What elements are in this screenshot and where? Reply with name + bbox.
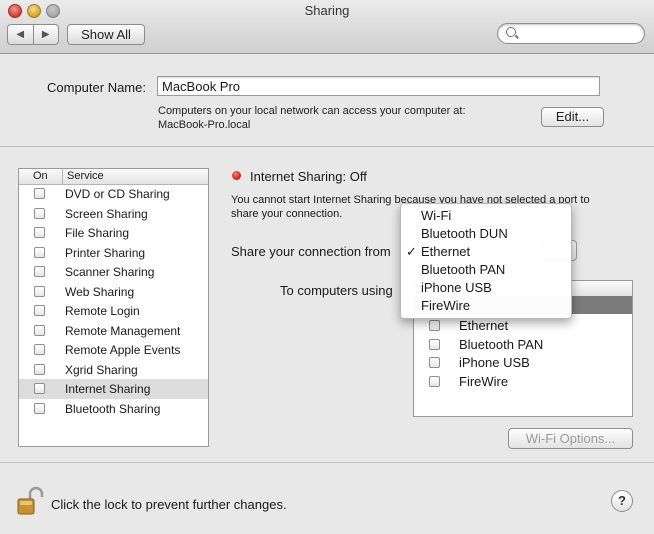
service-name: Internet Sharing: [65, 382, 151, 396]
service-row[interactable]: Xgrid Sharing: [19, 360, 208, 380]
column-header-on[interactable]: On: [33, 170, 48, 182]
port-row[interactable]: iPhone USB: [414, 353, 632, 372]
share-from-dropdown-menu: Wi-Fi Bluetooth DUN ✓ Ethernet Bluetooth PAN…: [400, 203, 572, 319]
menu-item-label: iPhone USB: [421, 280, 492, 295]
service-row[interactable]: Remote Apple Events: [19, 340, 208, 360]
window-title: Sharing: [304, 3, 350, 18]
service-name: Remote Management: [65, 323, 181, 338]
show-all-button[interactable]: Show All: [67, 24, 145, 45]
menu-item-label: Wi-Fi: [421, 208, 452, 223]
search-icon: [506, 27, 516, 37]
to-computers-label: To computers using: [280, 283, 393, 298]
port-row[interactable]: Bluetooth PAN: [414, 335, 632, 354]
port-name: iPhone USB: [459, 355, 530, 370]
service-row[interactable]: Printer Sharing: [19, 243, 208, 263]
computer-address-note: Computers on your local network can acce…: [158, 104, 466, 132]
service-row[interactable]: Remote Login: [19, 301, 208, 321]
port-row[interactable]: FireWire: [414, 372, 632, 391]
search-field[interactable]: [497, 23, 645, 44]
share-from-label: Share your connection from: [231, 244, 391, 259]
computer-name-input[interactable]: MacBook Pro: [157, 76, 600, 96]
service-checkbox[interactable]: [34, 363, 45, 375]
wifi-options-button[interactable]: Wi-Fi Options...: [508, 428, 633, 449]
service-name: File Sharing: [65, 226, 130, 240]
lock-message: Click the lock to prevent further change…: [51, 497, 287, 512]
back-arrow-icon[interactable]: ◀: [8, 25, 33, 44]
forward-arrow-icon[interactable]: ▶: [32, 25, 59, 44]
service-name: DVD or CD Sharing: [65, 187, 170, 201]
port-name: FireWire: [459, 373, 509, 389]
service-list-header: On Service: [19, 169, 208, 185]
service-row[interactable]: Internet Sharing: [19, 379, 208, 399]
service-checkbox[interactable]: [34, 344, 45, 355]
service-row[interactable]: Bluetooth Sharing: [19, 399, 208, 419]
internet-sharing-status: Internet Sharing: Off: [250, 169, 367, 184]
service-name: Scanner Sharing: [65, 265, 155, 279]
column-header-service[interactable]: Service: [67, 170, 104, 182]
service-name: Bluetooth Sharing: [65, 401, 161, 416]
menu-item[interactable]: Wi-Fi: [401, 207, 571, 225]
back-forward-control: ◀ ▶: [7, 24, 59, 45]
service-name: Web Sharing: [65, 284, 135, 299]
service-row[interactable]: File Sharing: [19, 223, 208, 243]
help-button[interactable]: ?: [611, 490, 633, 512]
column-separator: [62, 169, 63, 184]
window-toolbar: Sharing ◀ ▶ Show All: [0, 0, 654, 54]
service-checkbox[interactable]: [34, 227, 45, 238]
service-checkbox[interactable]: [34, 305, 45, 316]
computer-address-hostname: MacBook-Pro.local: [158, 119, 251, 131]
menu-item[interactable]: ✓ Ethernet: [401, 243, 571, 261]
service-checkbox[interactable]: [34, 207, 45, 219]
computer-name-label: Computer Name:: [47, 80, 146, 95]
menu-item[interactable]: Bluetooth PAN: [401, 261, 571, 279]
service-name: Xgrid Sharing: [65, 362, 138, 377]
service-row[interactable]: Remote Management: [19, 321, 208, 341]
service-checkbox[interactable]: [34, 285, 45, 297]
port-checkbox[interactable]: [429, 338, 440, 350]
section-divider: [0, 146, 654, 147]
menu-item[interactable]: Bluetooth DUN: [401, 225, 571, 243]
service-name: Remote Login: [65, 304, 140, 318]
menu-item-label: Bluetooth DUN: [421, 226, 508, 241]
port-checkbox[interactable]: [429, 357, 440, 368]
service-checkbox[interactable]: [34, 266, 45, 277]
computer-address-note-line1: Computers on your local network can acce…: [158, 105, 466, 117]
footer-divider: [0, 462, 654, 463]
service-name: Remote Apple Events: [65, 343, 181, 357]
service-row[interactable]: DVD or CD Sharing: [19, 184, 208, 204]
menu-item[interactable]: iPhone USB: [401, 279, 571, 297]
service-name: Printer Sharing: [65, 245, 146, 260]
menu-item-label: Bluetooth PAN: [421, 262, 506, 277]
menu-item-label: Ethernet: [421, 244, 471, 259]
port-checkbox[interactable]: [429, 375, 440, 387]
port-checkbox[interactable]: [429, 320, 440, 331]
edit-button[interactable]: Edit...: [541, 107, 604, 127]
service-row[interactable]: Scanner Sharing: [19, 262, 208, 282]
port-name: Bluetooth PAN: [459, 336, 544, 352]
service-name: Screen Sharing: [65, 206, 148, 221]
port-name: Ethernet: [459, 318, 509, 333]
service-list[interactable]: On Service DVD or CD Sharing Screen Shari…: [18, 168, 209, 447]
service-row[interactable]: Web Sharing: [19, 282, 208, 302]
checkmark-icon: ✓: [406, 244, 417, 259]
menu-item-label: FireWire: [421, 298, 471, 313]
service-checkbox[interactable]: [34, 402, 45, 414]
lock-open-icon[interactable]: [16, 486, 44, 516]
status-indicator-icon: [232, 171, 241, 180]
service-checkbox[interactable]: [34, 188, 45, 199]
service-checkbox[interactable]: [34, 383, 45, 394]
menu-item[interactable]: FireWire: [401, 297, 571, 315]
service-checkbox[interactable]: [34, 324, 45, 336]
service-checkbox[interactable]: [34, 246, 45, 258]
service-row[interactable]: Screen Sharing: [19, 204, 208, 224]
